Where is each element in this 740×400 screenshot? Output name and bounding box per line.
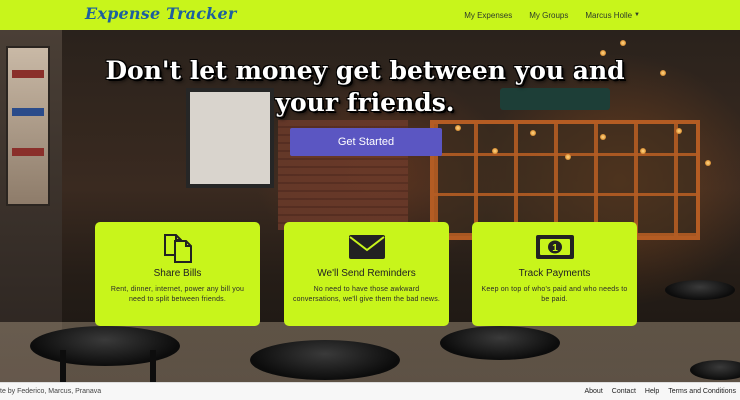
feature-card-reminders: We'll Send Reminders No need to have tho… — [284, 222, 449, 326]
feature-card-share-bills: Share Bills Rent, dinner, internet, powe… — [95, 222, 260, 326]
svg-text:1: 1 — [552, 243, 558, 254]
feature-description: Keep on top of who's paid and who needs … — [481, 286, 628, 303]
feature-description: Rent, dinner, internet, power any bill y… — [110, 286, 245, 303]
brand-logo[interactable]: Expense Tracker — [85, 4, 236, 23]
nav-my-groups[interactable]: My Groups — [529, 11, 568, 20]
footer-credit: te by Federico, Marcus, Pranava — [0, 388, 102, 395]
footer-link-help[interactable]: Help — [645, 388, 659, 395]
navbar: Expense Tracker My Expenses My Groups Ma… — [0, 0, 740, 30]
feature-card-track-payments: 1 Track Payments Keep on top of who's pa… — [472, 222, 637, 326]
envelope-icon — [284, 230, 449, 264]
documents-icon — [95, 230, 260, 264]
nav-my-expenses[interactable]: My Expenses — [464, 11, 512, 20]
hero-headline: Don't let money get between you and your… — [105, 56, 625, 117]
caret-down-icon: ▼ — [634, 12, 640, 18]
footer-link-contact[interactable]: Contact — [612, 388, 636, 395]
nav-links: My Expenses My Groups Marcus Holle ▼ — [447, 0, 640, 30]
feature-title: Share Bills — [153, 268, 202, 279]
footer-link-terms[interactable]: Terms and Conditions — [668, 388, 736, 395]
footer-links: About Contact Help Terms and Conditions — [575, 388, 736, 395]
feature-title: We'll Send Reminders — [317, 268, 416, 279]
money-bill-icon: 1 — [472, 230, 637, 264]
feature-title: Track Payments — [518, 268, 591, 279]
hero-poster — [6, 46, 50, 206]
get-started-button[interactable]: Get Started — [290, 128, 442, 156]
feature-description: No need to have those awkward conversati… — [292, 286, 441, 303]
user-menu[interactable]: Marcus Holle ▼ — [585, 11, 640, 20]
footer-link-about[interactable]: About — [584, 388, 602, 395]
user-name: Marcus Holle — [585, 10, 633, 20]
footer: te by Federico, Marcus, Pranava About Co… — [0, 382, 740, 400]
